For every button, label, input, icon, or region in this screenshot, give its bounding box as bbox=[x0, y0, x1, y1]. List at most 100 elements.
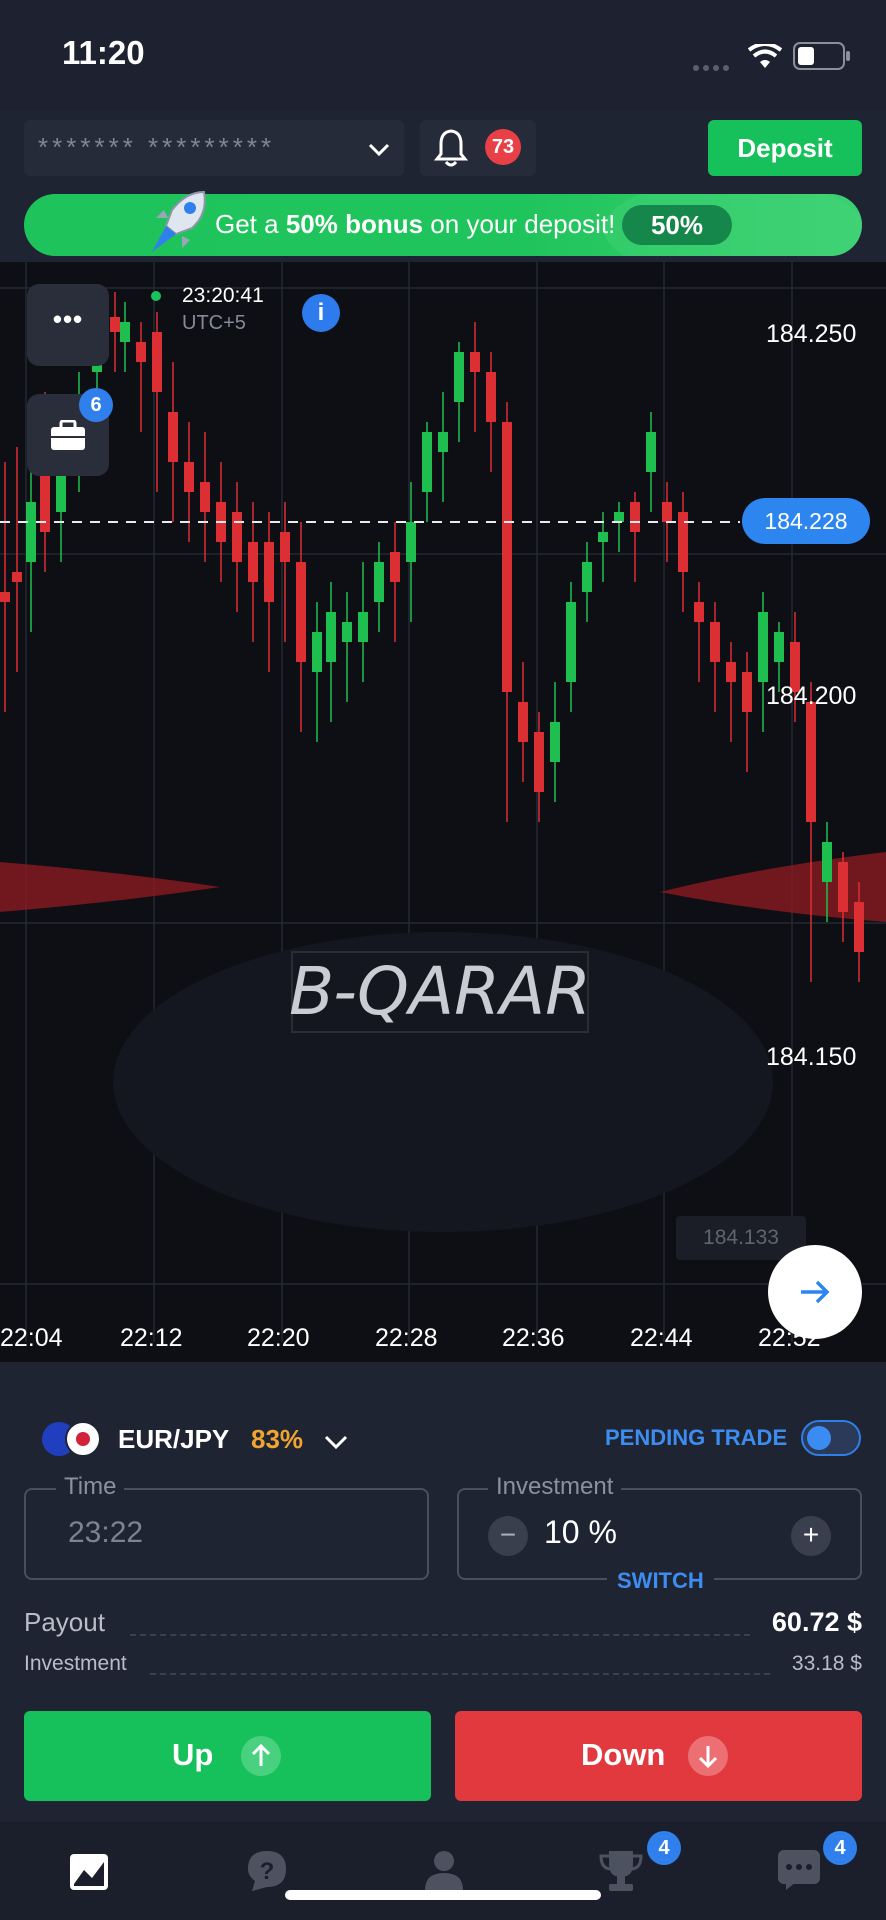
candle-body bbox=[598, 532, 608, 542]
candle-body bbox=[742, 672, 752, 712]
cellular-signal-icon bbox=[693, 58, 733, 76]
price-axis-label: 184.200 bbox=[766, 682, 857, 710]
candle-body bbox=[12, 572, 22, 582]
bonus-percent-pill: 50% bbox=[622, 205, 732, 245]
investment-field-label: Investment bbox=[488, 1473, 622, 1501]
profile-tab-icon[interactable] bbox=[422, 1848, 466, 1892]
battery-icon bbox=[793, 42, 850, 70]
time-axis-label: 22:44 bbox=[630, 1324, 693, 1352]
candle-body bbox=[566, 602, 576, 682]
candle-body bbox=[806, 702, 816, 822]
candle-body bbox=[502, 422, 512, 692]
time-axis-label: 22:12 bbox=[120, 1324, 183, 1352]
trophy-tab-icon[interactable] bbox=[598, 1848, 644, 1894]
decrease-investment-button[interactable]: − bbox=[488, 1516, 528, 1556]
currency-flags-icon bbox=[42, 1421, 101, 1457]
candle-body bbox=[422, 432, 432, 492]
candle-body bbox=[326, 612, 336, 662]
candle-body bbox=[232, 512, 242, 562]
asset-pair[interactable]: EUR/JPY bbox=[118, 1424, 229, 1455]
candle-body bbox=[822, 842, 832, 882]
info-icon[interactable]: i bbox=[302, 294, 340, 332]
time-field-label: Time bbox=[56, 1473, 125, 1501]
candle-body bbox=[646, 432, 656, 472]
background-taillight bbox=[660, 852, 886, 922]
candle-body bbox=[582, 562, 592, 592]
investment-row-label: Investment bbox=[24, 1652, 127, 1675]
background-taillight bbox=[0, 862, 220, 912]
candle-body bbox=[120, 322, 130, 342]
chevron-down-icon[interactable] bbox=[322, 1430, 350, 1454]
candle-body bbox=[200, 482, 210, 512]
chevron-down-icon bbox=[368, 143, 390, 157]
up-button-label: Up bbox=[172, 1737, 214, 1772]
status-time: 11:20 bbox=[62, 34, 145, 71]
candle-body bbox=[534, 732, 544, 792]
candle-body bbox=[26, 502, 36, 562]
candle-body bbox=[438, 432, 448, 452]
arrow-right-icon bbox=[801, 1280, 830, 1304]
candle-body bbox=[110, 317, 120, 332]
bonus-banner-text: Get a 50% bonus on your deposit! bbox=[215, 209, 616, 239]
asset-payout-percent: 83% bbox=[251, 1424, 304, 1454]
more-menu-button[interactable]: ••• bbox=[27, 284, 109, 366]
down-button[interactable]: Down bbox=[455, 1711, 862, 1801]
candle-body bbox=[374, 562, 384, 602]
live-indicator-dot bbox=[151, 291, 161, 301]
candle-body bbox=[694, 602, 704, 622]
deposit-button[interactable]: Deposit bbox=[708, 120, 862, 176]
candle-body bbox=[854, 902, 864, 952]
notifications-count-badge: 73 bbox=[485, 129, 521, 165]
time-axis-label: 22:28 bbox=[375, 1324, 438, 1352]
time-axis-label: 22:52 bbox=[758, 1324, 821, 1352]
chart-timezone: UTC+5 bbox=[182, 312, 246, 334]
payout-label: Payout bbox=[24, 1607, 105, 1637]
candle-body bbox=[184, 462, 194, 492]
candle-body bbox=[630, 502, 640, 532]
investment-field-value: 10 % bbox=[544, 1514, 617, 1550]
briefcase-icon bbox=[51, 420, 85, 450]
candle-body bbox=[406, 522, 416, 562]
candle-body bbox=[550, 722, 560, 762]
chart-clock: 23:20:41 bbox=[182, 284, 264, 307]
svg-text:?: ? bbox=[260, 1858, 275, 1885]
candle-body bbox=[390, 552, 400, 582]
pending-trade-label: PENDING TRADE bbox=[605, 1425, 788, 1450]
account-masked-number: ******* ********* bbox=[38, 132, 276, 162]
tournaments-badge: 4 bbox=[647, 1831, 681, 1865]
up-button[interactable]: Up bbox=[24, 1711, 431, 1801]
candle-body bbox=[168, 412, 178, 462]
time-axis-label: 22:20 bbox=[247, 1324, 310, 1352]
down-button-label: Down bbox=[581, 1737, 666, 1772]
payout-leader-line bbox=[130, 1634, 750, 1636]
watermark-text: B-QARAR bbox=[289, 953, 591, 1030]
arrow-up-icon bbox=[241, 1736, 281, 1776]
increase-investment-button[interactable]: + bbox=[791, 1516, 831, 1556]
candle-body bbox=[454, 352, 464, 402]
price-chart[interactable]: B-QARAR bbox=[0, 262, 886, 1362]
candle-body bbox=[838, 862, 848, 912]
candle-body bbox=[726, 662, 736, 682]
candle-body bbox=[152, 332, 162, 392]
bell-icon bbox=[433, 129, 469, 167]
chat-tab-icon[interactable] bbox=[776, 1848, 822, 1892]
chat-badge: 4 bbox=[823, 1831, 857, 1865]
candle-body bbox=[662, 502, 672, 522]
chart-tab-icon[interactable] bbox=[68, 1852, 110, 1892]
switch-investment-mode-button[interactable]: SWITCH bbox=[607, 1568, 714, 1594]
arrow-down-icon bbox=[688, 1736, 728, 1776]
investment-leader-line bbox=[150, 1673, 770, 1675]
time-field-value: 23:22 bbox=[68, 1516, 144, 1549]
home-indicator bbox=[285, 1890, 601, 1900]
candle-body bbox=[264, 542, 274, 602]
candle-body bbox=[710, 622, 720, 662]
help-tab-icon[interactable]: ? bbox=[244, 1848, 290, 1894]
candle-body bbox=[470, 352, 480, 372]
current-price-badge: 184.228 bbox=[742, 498, 870, 544]
pending-trade-toggle[interactable] bbox=[801, 1420, 861, 1456]
candle-body bbox=[486, 372, 496, 422]
candle-body bbox=[296, 562, 306, 662]
candle-body bbox=[758, 612, 768, 682]
account-selector[interactable]: ******* ********* bbox=[24, 120, 404, 176]
time-axis-label: 22:04 bbox=[0, 1324, 63, 1352]
